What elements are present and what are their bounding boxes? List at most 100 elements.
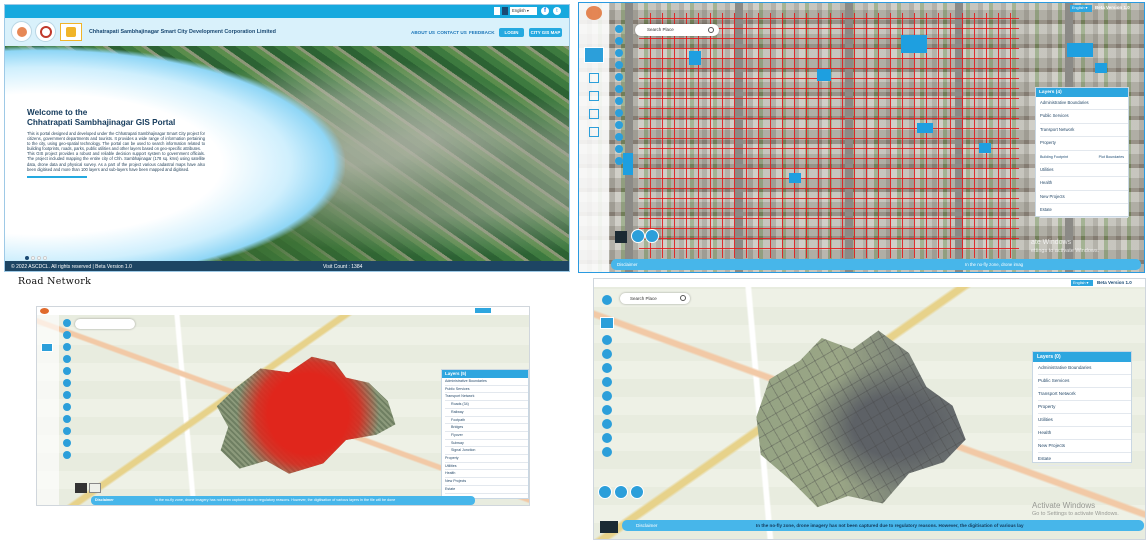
basemap-thumbnail-satellite[interactable] (600, 521, 618, 533)
layer-transport-network[interactable]: Transport Network (1038, 388, 1131, 401)
layer-signal-junction[interactable]: Signal Junction (445, 447, 528, 456)
layer-transport-network[interactable]: Transport Network (1040, 124, 1128, 138)
fullscreen-button[interactable] (631, 229, 645, 243)
layer-estate[interactable]: Estate (1038, 453, 1131, 466)
print-icon[interactable] (602, 377, 612, 387)
city-gis-map-button[interactable]: CITY GIS MAP (529, 28, 562, 37)
layer-railway[interactable]: Railway (445, 409, 528, 417)
font-size-toggle[interactable] (494, 7, 500, 15)
layer-admin-boundaries[interactable]: Administrative Boundaries (1038, 362, 1131, 375)
layer-new-projects[interactable]: New Projects (1040, 191, 1128, 205)
bookmark-icon[interactable] (63, 427, 71, 435)
search-icon[interactable] (708, 27, 714, 33)
search-input[interactable]: Search Place (635, 24, 719, 36)
contrast-toggle[interactable] (502, 7, 508, 15)
layer-bridges[interactable]: Bridges (445, 424, 528, 432)
layers-tool-icon[interactable] (584, 47, 604, 63)
layer-property[interactable]: Property (445, 455, 528, 463)
layer-footpath[interactable]: Footpath (445, 417, 528, 425)
layer-admin-boundaries[interactable]: Administrative Boundaries (445, 378, 528, 386)
sublayer-building-footprint[interactable]: Building Footprint (1040, 151, 1068, 163)
road-tool-icon[interactable] (589, 91, 599, 101)
draw-icon[interactable] (63, 391, 71, 399)
home-icon[interactable] (602, 295, 612, 305)
info-icon[interactable] (63, 379, 71, 387)
settings-icon[interactable] (63, 451, 71, 459)
sublayer-plot-boundaries[interactable]: Plot Boundaries (1099, 151, 1124, 163)
share-icon[interactable] (615, 109, 623, 117)
layer-flyover[interactable]: Flyover (445, 432, 528, 440)
info-icon[interactable] (615, 85, 623, 93)
layer-new-projects[interactable]: New Projects (1038, 440, 1131, 453)
layers-tool-icon[interactable] (600, 317, 614, 329)
report-tool-icon[interactable] (589, 127, 599, 137)
zoom-out-icon[interactable] (602, 349, 612, 359)
layer-roads[interactable]: Roads (34) (445, 401, 528, 409)
print-icon[interactable] (615, 73, 623, 81)
layer-health[interactable]: Health (1040, 177, 1128, 191)
layer-transport-network[interactable]: Transport Network (445, 393, 528, 402)
layer-new-projects[interactable]: New Projects (445, 478, 528, 486)
layer-estate[interactable]: Estate (1040, 204, 1128, 218)
analysis-tool-icon[interactable] (589, 109, 599, 119)
layer-utilities[interactable]: Utilities (1038, 414, 1131, 427)
locate-icon[interactable] (602, 433, 612, 443)
layer-public-services[interactable]: Public Services (1040, 110, 1128, 124)
bookmark-icon[interactable] (615, 133, 623, 141)
layer-public-services[interactable]: Public Services (1038, 375, 1131, 388)
zoom-out-icon[interactable] (63, 343, 71, 351)
language-select[interactable] (475, 308, 491, 313)
print-icon[interactable] (63, 367, 71, 375)
draw-icon[interactable] (615, 97, 623, 105)
measure-icon[interactable] (602, 363, 612, 373)
zoom-in-icon[interactable] (602, 335, 612, 345)
twitter-icon[interactable]: t (553, 7, 561, 15)
nav-feedback[interactable]: FEEDBACK (469, 30, 495, 35)
login-button[interactable]: LOGIN (499, 28, 524, 37)
layer-admin-boundaries[interactable]: Administrative Boundaries (1040, 97, 1128, 111)
layer-public-services[interactable]: Public Services (445, 386, 528, 394)
basemap-thumbnail-street[interactable] (89, 483, 101, 493)
zoom-in-icon[interactable] (615, 37, 623, 45)
download-icon[interactable] (615, 145, 623, 153)
language-select[interactable]: English ▾ (1070, 5, 1092, 12)
nav-about-us[interactable]: ABOUT US (411, 30, 435, 35)
layer-estate[interactable]: Estate (445, 486, 528, 494)
layer-subway[interactable]: Subway (445, 440, 528, 448)
download-icon[interactable] (63, 439, 71, 447)
measure-button[interactable] (630, 485, 644, 499)
language-select[interactable]: English ▾ (1071, 280, 1093, 286)
zoom-out-icon[interactable] (615, 49, 623, 57)
settings-icon[interactable] (602, 447, 612, 457)
draw-icon[interactable] (602, 405, 612, 415)
basemap-thumbnail-satellite[interactable] (615, 231, 627, 243)
locate-icon[interactable] (615, 121, 623, 129)
home-icon[interactable] (63, 319, 71, 327)
layer-health[interactable]: Health (445, 470, 528, 479)
layer-property[interactable]: Property (1040, 137, 1128, 151)
locate-button[interactable] (645, 229, 659, 243)
basemap-thumbnail-satellite[interactable] (75, 483, 87, 493)
language-select[interactable]: English ▾ (510, 7, 537, 15)
fullscreen-button[interactable] (598, 485, 612, 499)
search-input[interactable] (75, 319, 135, 329)
share-icon[interactable] (602, 419, 612, 429)
search-icon[interactable] (680, 295, 686, 301)
layer-property[interactable]: Property (1038, 401, 1131, 414)
share-icon[interactable] (63, 403, 71, 411)
locate-button[interactable] (614, 485, 628, 499)
settings-icon[interactable] (615, 157, 623, 165)
measure-icon[interactable] (615, 61, 623, 69)
layers-tool-icon[interactable] (41, 343, 53, 352)
facebook-icon[interactable]: f (541, 7, 549, 15)
zoom-in-icon[interactable] (63, 331, 71, 339)
nav-contact-us[interactable]: CONTACT US (437, 30, 467, 35)
layer-health[interactable]: Health (1038, 427, 1131, 440)
locate-icon[interactable] (63, 415, 71, 423)
layer-utilities[interactable]: Utilities (1040, 164, 1128, 178)
info-icon[interactable] (602, 391, 612, 401)
layer-utilities[interactable]: Utilities (445, 463, 528, 471)
measure-icon[interactable] (63, 355, 71, 363)
building-tool-icon[interactable] (589, 73, 599, 83)
home-icon[interactable] (615, 25, 623, 33)
